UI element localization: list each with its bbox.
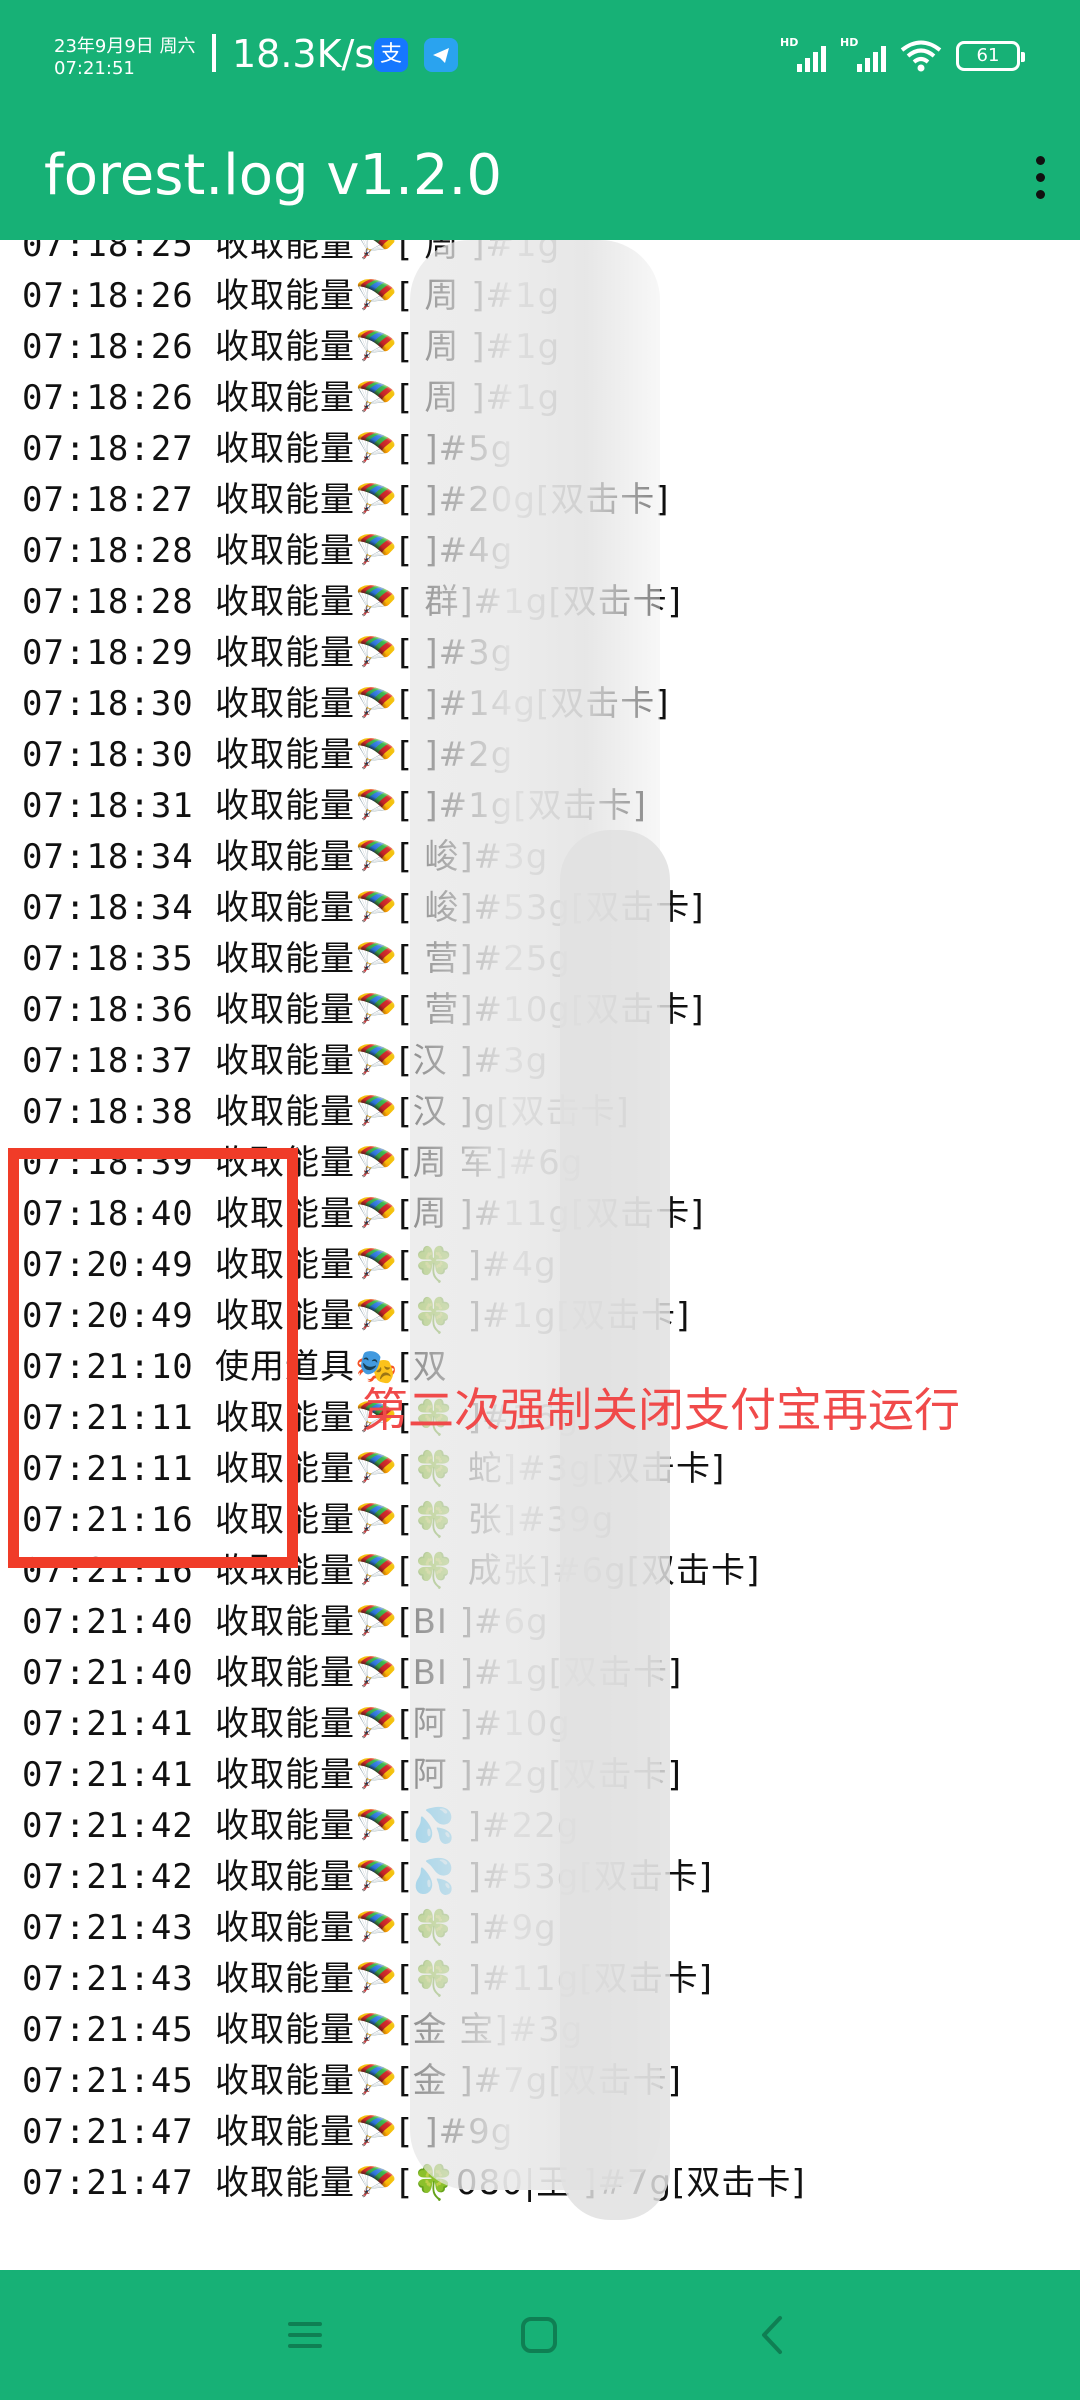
app-bar: forest.log v1.2.0 (0, 112, 1080, 240)
log-time: 07:18:31 (22, 786, 194, 826)
battery-icon: 61 (956, 41, 1025, 71)
signal-icon-2: HD (840, 36, 886, 72)
log-time: 07:18:34 (22, 837, 194, 877)
log-time: 07:18:29 (22, 633, 194, 673)
wifi-icon (900, 40, 942, 72)
back-icon[interactable] (738, 2300, 808, 2370)
log-time: 07:18:35 (22, 939, 194, 979)
status-datetime: 23年9月9日 周六 07:21:51 (54, 36, 196, 80)
log-time: 07:21:47 (22, 2163, 194, 2203)
log-time: 07:21:45 (22, 2061, 194, 2101)
status-date: 23年9月9日 周六 (54, 36, 196, 57)
log-time: 07:21:42 (22, 1806, 194, 1846)
status-bar: 23年9月9日 周六 07:21:51 18.3K/s 支 HD HD 61 (0, 0, 1080, 112)
log-time: 07:21:43 (22, 1908, 194, 1948)
net-speed: 18.3K/s (232, 32, 375, 76)
more-vert-icon[interactable] (1000, 132, 1080, 222)
log-time: 07:21:41 (22, 1704, 194, 1744)
log-time: 07:18:30 (22, 684, 194, 724)
log-time: 07:18:30 (22, 735, 194, 775)
alipay-icon: 支 (374, 38, 408, 72)
log-time: 07:21:45 (22, 2010, 194, 2050)
log-time: 07:18:26 (22, 378, 194, 418)
log-time: 07:21:40 (22, 1602, 194, 1642)
log-time: 07:21:41 (22, 1755, 194, 1795)
log-time: 07:21:42 (22, 1857, 194, 1897)
recents-icon[interactable] (270, 2300, 340, 2370)
signal-icon: HD (780, 36, 826, 72)
log-time: 07:18:28 (22, 531, 194, 571)
status-separator (212, 34, 216, 72)
log-time: 07:21:40 (22, 1653, 194, 1693)
page-title: forest.log v1.2.0 (44, 143, 502, 208)
log-time: 07:18:27 (22, 429, 194, 469)
log-time: 07:18:38 (22, 1092, 194, 1132)
log-time: 07:18:37 (22, 1041, 194, 1081)
navigation-bar (0, 2270, 1080, 2400)
status-time: 07:21:51 (54, 58, 135, 79)
log-time: 07:18:28 (22, 582, 194, 622)
log-time: 07:18:36 (22, 990, 194, 1030)
log-time: 07:18:26 (22, 327, 194, 367)
status-icons: HD HD 61 (780, 36, 1025, 76)
log-time: 07:18:34 (22, 888, 194, 928)
telegram-icon (424, 38, 458, 72)
log-row: 07:18:25 收取能量🪂[ 周 ]#1g (22, 240, 806, 271)
annotation-highlight-box (8, 1148, 298, 1568)
log-time: 07:21:47 (22, 2112, 194, 2152)
log-time: 07:18:25 (22, 240, 194, 265)
annotation-text: 第二次强制关闭支付宝再运行 (362, 1383, 960, 1437)
home-icon[interactable] (504, 2300, 574, 2370)
log-time: 07:18:27 (22, 480, 194, 520)
log-row: 07:21:47 收取能量🪂[🍀080|王 ]#7g[双击卡] (22, 2158, 806, 2209)
log-time: 07:18:26 (22, 276, 194, 316)
privacy-blur-2 (560, 830, 670, 2220)
log-time: 07:21:43 (22, 1959, 194, 1999)
